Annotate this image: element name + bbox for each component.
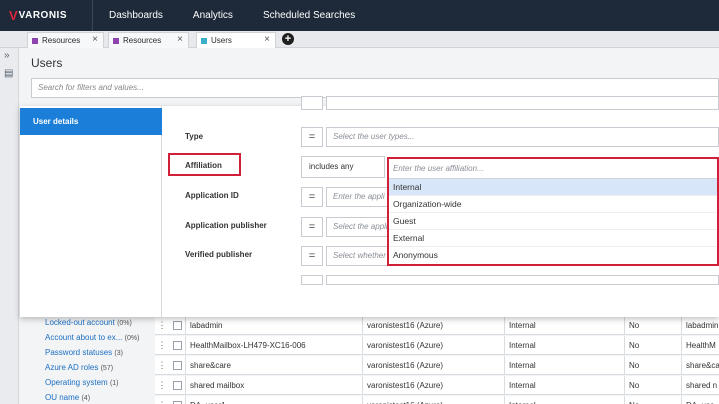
- cell-extra: labadmin: [681, 316, 719, 335]
- category-user-details[interactable]: User details: [20, 108, 162, 135]
- facet-item[interactable]: Account about to ex... (0%): [45, 333, 139, 342]
- operator-select[interactable]: [301, 275, 323, 285]
- filter-label-type: Type: [185, 132, 204, 141]
- cell-extra: shared n: [681, 376, 719, 395]
- nav-scheduled-searches[interactable]: Scheduled Searches: [263, 10, 355, 21]
- application-id-operator-select[interactable]: =: [301, 187, 323, 207]
- tab-label: Resources: [123, 36, 162, 45]
- facet-item[interactable]: Azure AD roles (57): [45, 363, 113, 372]
- cell-extra: HealthM: [681, 336, 719, 355]
- type-operator-select[interactable]: =: [301, 127, 323, 147]
- value-input[interactable]: [326, 275, 719, 285]
- cell-name: share&care: [185, 356, 362, 375]
- row-checkbox[interactable]: [173, 381, 182, 390]
- row-checkbox[interactable]: [173, 341, 182, 350]
- cell-domain: varonistest16 (Azure): [362, 396, 504, 404]
- tab-resources-1[interactable]: Resources ×: [27, 32, 104, 48]
- row-checkbox[interactable]: [173, 321, 182, 330]
- varonis-logo[interactable]: V VARONIS: [0, 0, 93, 31]
- nav-analytics[interactable]: Analytics: [193, 10, 233, 21]
- cell-flag: No: [624, 336, 681, 355]
- facet-item[interactable]: Password statuses (3): [45, 348, 123, 357]
- list-icon[interactable]: ▤: [4, 68, 13, 79]
- row-menu-icon[interactable]: ⋮: [155, 356, 169, 375]
- filter-panel: User details Type = Select the user type…: [20, 96, 719, 317]
- cell-name: DA_user1: [185, 396, 362, 404]
- affiliation-operator-select[interactable]: includes any: [301, 156, 385, 178]
- row-checkbox[interactable]: [173, 361, 182, 370]
- logo-text: VARONIS: [18, 10, 67, 21]
- page-title: Users: [31, 56, 63, 70]
- nav-dashboards[interactable]: Dashboards: [109, 10, 163, 21]
- value-input[interactable]: [326, 96, 719, 110]
- cell-name: labadmin: [185, 316, 362, 335]
- tab-label: Users: [211, 36, 232, 45]
- affiliation-dropdown: Enter the user affiliation... Internal O…: [387, 157, 719, 266]
- option-internal[interactable]: Internal: [389, 179, 717, 196]
- verified-publisher-operator-select[interactable]: =: [301, 246, 323, 266]
- option-anonymous[interactable]: Anonymous: [389, 247, 717, 264]
- users-tab-icon: [201, 37, 207, 44]
- filter-label-application-publisher: Application publisher: [185, 221, 267, 230]
- cell-extra: share&ca: [681, 356, 719, 375]
- cell-domain: varonistest16 (Azure): [362, 336, 504, 355]
- affiliation-search-input[interactable]: Enter the user affiliation...: [389, 159, 717, 179]
- row-menu-icon[interactable]: ⋮: [155, 396, 169, 404]
- facet-item[interactable]: OU name (4): [45, 393, 90, 402]
- option-guest[interactable]: Guest: [389, 213, 717, 230]
- filter-label-verified-publisher: Verified publisher: [185, 250, 253, 259]
- resources-tab-icon: [113, 37, 119, 44]
- row-menu-icon[interactable]: ⋮: [155, 336, 169, 355]
- tab-bar: Resources × Resources × Users × +: [0, 31, 719, 48]
- cell-name: HealthMailbox-LH479-XC16-006: [185, 336, 362, 355]
- close-icon[interactable]: ×: [264, 35, 270, 45]
- close-icon[interactable]: ×: [92, 35, 98, 45]
- filter-label-affiliation: Affiliation: [185, 161, 222, 170]
- cell-affiliation: Internal: [504, 396, 624, 404]
- table-row[interactable]: ⋮ DA_user1 varonistest16 (Azure) Interna…: [155, 396, 719, 404]
- left-rail: » ▤: [0, 48, 19, 404]
- varonis-logo-mark-icon: V: [9, 8, 18, 23]
- cell-flag: No: [624, 376, 681, 395]
- table-row[interactable]: ⋮ shared mailbox varonistest16 (Azure) I…: [155, 376, 719, 395]
- cell-affiliation: Internal: [504, 336, 624, 355]
- facet-item[interactable]: Operating system (1): [45, 378, 119, 387]
- cell-domain: varonistest16 (Azure): [362, 316, 504, 335]
- search-input[interactable]: Search for filters and values...: [31, 78, 719, 98]
- cell-affiliation: Internal: [504, 316, 624, 335]
- table-row[interactable]: ⋮ HealthMailbox-LH479-XC16-006 varoniste…: [155, 336, 719, 355]
- table-row[interactable]: ⋮ labadmin varonistest16 (Azure) Interna…: [155, 316, 719, 335]
- cell-name: shared mailbox: [185, 376, 362, 395]
- expand-chevrons-icon[interactable]: »: [4, 50, 10, 61]
- table-row[interactable]: ⋮ share&care varonistest16 (Azure) Inter…: [155, 356, 719, 375]
- filter-categories: User details: [20, 106, 162, 317]
- close-icon[interactable]: ×: [177, 35, 183, 45]
- add-tab-icon[interactable]: +: [282, 33, 294, 45]
- row-menu-icon[interactable]: ⋮: [155, 316, 169, 335]
- row-menu-icon[interactable]: ⋮: [155, 376, 169, 395]
- resources-tab-icon: [32, 37, 38, 44]
- cell-extra: DA_use: [681, 396, 719, 404]
- tab-label: Resources: [42, 36, 81, 45]
- option-organization-wide[interactable]: Organization-wide: [389, 196, 717, 213]
- cell-domain: varonistest16 (Azure): [362, 376, 504, 395]
- filter-label-application-id: Application ID: [185, 191, 239, 200]
- tab-resources-2[interactable]: Resources ×: [108, 32, 189, 48]
- top-navigation: V VARONIS Dashboards Analytics Scheduled…: [0, 0, 719, 31]
- operator-select[interactable]: [301, 96, 323, 110]
- cell-flag: No: [624, 396, 681, 404]
- option-external[interactable]: External: [389, 230, 717, 247]
- type-value-input[interactable]: Select the user types...: [326, 127, 719, 147]
- tab-users[interactable]: Users ×: [196, 32, 276, 48]
- facet-item[interactable]: Locked-out account (0%): [45, 318, 132, 327]
- cell-flag: No: [624, 356, 681, 375]
- cell-domain: varonistest16 (Azure): [362, 356, 504, 375]
- cell-flag: No: [624, 316, 681, 335]
- application-publisher-operator-select[interactable]: =: [301, 217, 323, 237]
- cell-affiliation: Internal: [504, 356, 624, 375]
- cell-affiliation: Internal: [504, 376, 624, 395]
